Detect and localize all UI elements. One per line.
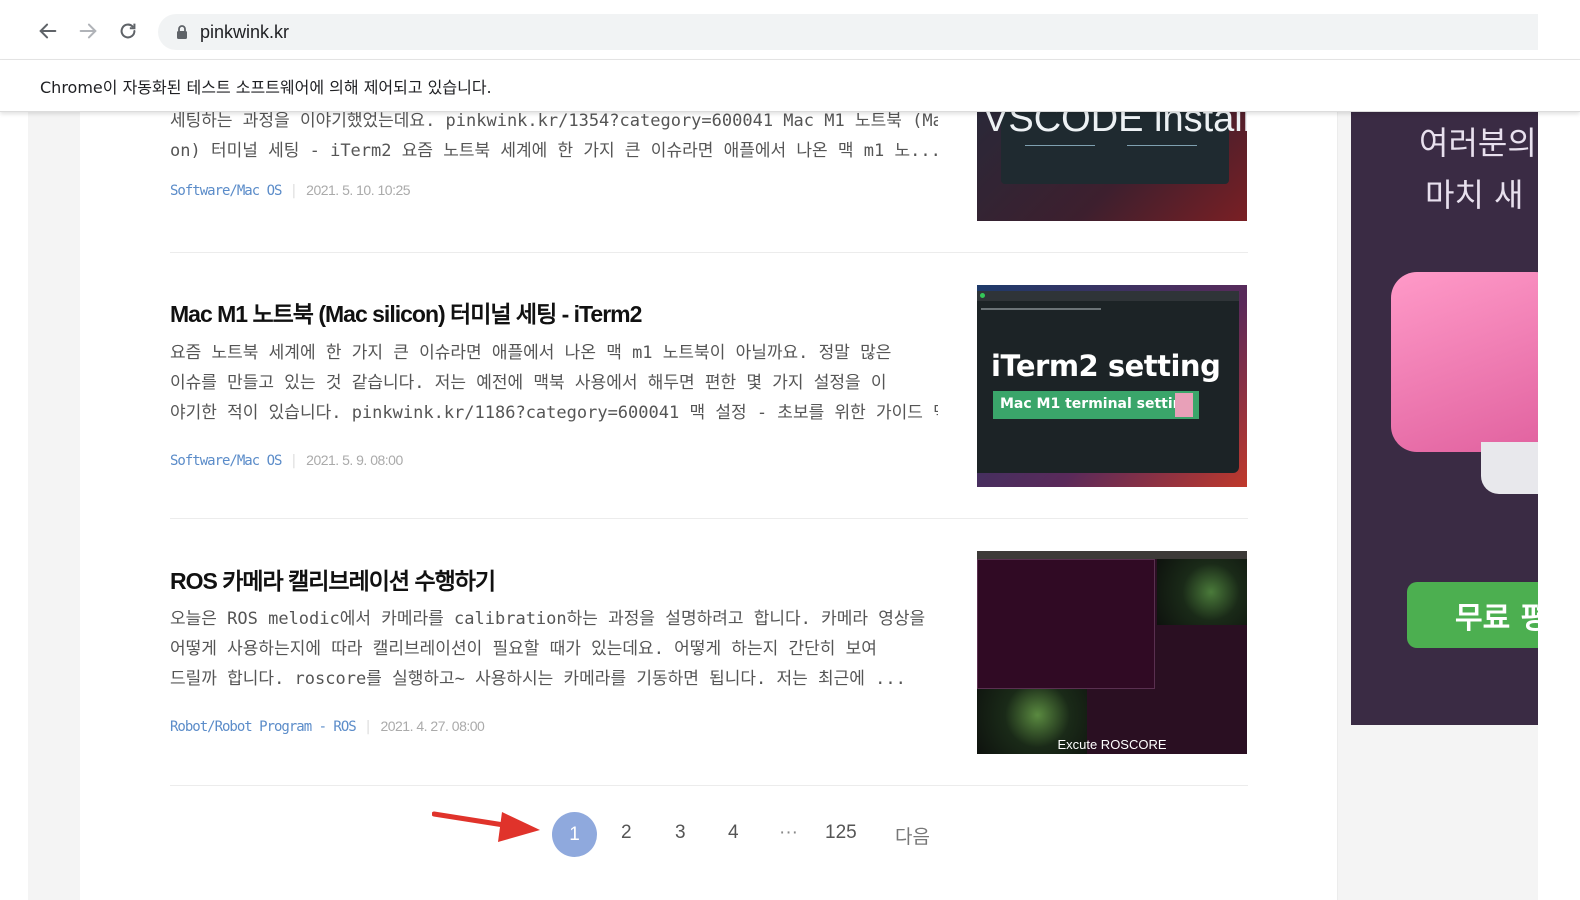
ad-product-stand: [1481, 442, 1538, 494]
infobar-text: Chrome이 자동화된 테스트 소프트웨어에 의해 제어되고 있습니다.: [40, 78, 492, 97]
post-excerpt[interactable]: 세팅하는 과정을 이야기했었는데요. pinkwink.kr/1354?cate…: [170, 112, 938, 166]
meta-separator: |: [365, 719, 371, 735]
post-divider: [170, 785, 1248, 786]
ad-cta-button[interactable]: 무료 평: [1407, 582, 1538, 648]
post-meta: Software/Mac OS | 2021. 5. 9. 08:00: [170, 452, 403, 469]
excerpt-line: 오늘은 ROS melodic에서 카메라를 calibration하는 과정을…: [170, 609, 926, 629]
thumbnail-line: [1025, 145, 1095, 146]
thumbnail-caption: VSCODE install: [983, 112, 1247, 140]
meta-separator: |: [291, 183, 297, 199]
thumbnail-subtitle-bar: Mac M1 terminal setting: [993, 391, 1199, 419]
excerpt-line: 세팅하는 과정을 이야기했었는데요. pinkwink.kr/1354?cate…: [170, 112, 938, 131]
post-thumbnail[interactable]: VSCODE install: [977, 112, 1247, 221]
post-category-link[interactable]: Software/Mac OS: [170, 183, 282, 199]
terminal-window: iTerm2 setting Mac M1 terminal setting: [977, 291, 1239, 473]
next-page-button[interactable]: 다음: [895, 822, 930, 849]
post-meta: Software/Mac OS | 2021. 5. 10. 10:25: [170, 182, 411, 199]
back-button[interactable]: [34, 17, 62, 45]
pagination-ellipsis: ···: [779, 822, 798, 843]
post-title[interactable]: Mac M1 노트북 (Mac silicon) 터미널 세팅 - iTerm2: [170, 295, 642, 329]
camera-view: [1157, 559, 1247, 625]
reload-icon: [120, 23, 136, 39]
excerpt-line: 드릴까 합니다. roscore를 실행하고~ 사용하시는 카메라를 기동하면 …: [170, 669, 906, 689]
arrow-right-icon: [79, 23, 97, 39]
thumbnail-title: iTerm2 setting: [991, 349, 1221, 383]
ad-product-image: [1391, 272, 1538, 452]
post-date: 2021. 5. 9. 08:00: [306, 452, 403, 468]
post-category-link[interactable]: Robot/Robot Program - ROS: [170, 719, 357, 735]
post-category-link[interactable]: Software/Mac OS: [170, 453, 282, 469]
excerpt-line: 이슈를 만들고 있는 것 같습니다. 저는 예전에 맥북 사용에서 해두면 편한…: [170, 373, 887, 393]
thumbnail-accent-block: [1175, 393, 1193, 417]
page-1-button[interactable]: 1: [552, 812, 597, 857]
post-thumbnail[interactable]: Excute ROSCORE: [977, 551, 1247, 754]
terminal-window: [977, 559, 1155, 689]
post-date: 2021. 5. 10. 10:25: [306, 182, 411, 198]
browser-toolbar: pinkwink.kr: [0, 0, 1580, 60]
thumbnail-subtitle: Mac M1 terminal setting: [1000, 396, 1193, 412]
page-3-button[interactable]: 3: [675, 822, 686, 844]
reload-button[interactable]: [114, 17, 142, 45]
ad-headline: 마치 새: [1425, 176, 1524, 214]
address-bar[interactable]: pinkwink.kr: [158, 14, 1538, 50]
window-dot-icon: [980, 293, 985, 298]
post-date: 2021. 4. 27. 08:00: [380, 718, 485, 734]
post-divider: [170, 252, 1248, 253]
pagination: 1 2 3 4 ··· 125 다음: [0, 812, 1580, 858]
post-meta: Robot/Robot Program - ROS | 2021. 4. 27. 0…: [170, 718, 485, 735]
automation-infobar: Chrome이 자동화된 테스트 소프트웨어에 의해 제어되고 있습니다.: [0, 60, 1580, 112]
thumbnail-line: [1127, 145, 1197, 146]
ad-headline: 여러분의: [1419, 124, 1537, 162]
post-title[interactable]: ROS 카메라 캘리브레이션 수행하기: [170, 562, 496, 596]
post-excerpt[interactable]: 오늘은 ROS melodic에서 카메라를 calibration하는 과정을…: [170, 604, 938, 694]
page-last-button[interactable]: 125: [825, 822, 857, 844]
terminal-text-line: [981, 308, 1101, 310]
lock-icon: [177, 25, 187, 39]
excerpt-line: 어떻게 사용하는지에 따라 캘리브레이션이 필요할 때가 있는데요. 어떻게 하…: [170, 639, 877, 659]
page-2-button[interactable]: 2: [621, 822, 632, 844]
url-text: pinkwink.kr: [200, 22, 290, 42]
excerpt-line: on) 터미널 세팅 - iTerm2 요즘 노트북 세계에 한 가지 큰 이슈…: [170, 141, 938, 161]
arrow-left-icon: [39, 23, 57, 39]
post-list: 세팅하는 과정을 이야기했었는데요. pinkwink.kr/1354?cate…: [80, 112, 1338, 900]
excerpt-line: 요즘 노트북 세계에 한 가지 큰 이슈라면 애플에서 나온 맥 m1 노트북이…: [170, 343, 892, 363]
meta-separator: |: [291, 453, 297, 469]
terminal-titlebar: [977, 291, 1239, 301]
desktop-topbar: [977, 551, 1247, 559]
page-4-button[interactable]: 4: [728, 822, 739, 844]
thumbnail-caption: Excute ROSCORE: [1057, 737, 1167, 752]
forward-button[interactable]: [74, 17, 102, 45]
post-excerpt[interactable]: 요즘 노트북 세계에 한 가지 큰 이슈라면 애플에서 나온 맥 m1 노트북이…: [170, 338, 938, 428]
excerpt-line: 야기한 적이 있습니다. pinkwink.kr/1186?category=6…: [170, 403, 938, 423]
post-divider: [170, 518, 1248, 519]
post-thumbnail[interactable]: iTerm2 setting Mac M1 terminal setting: [977, 285, 1247, 487]
sidebar-ad[interactable]: 여러분의 마치 새 무료 평: [1351, 112, 1538, 725]
